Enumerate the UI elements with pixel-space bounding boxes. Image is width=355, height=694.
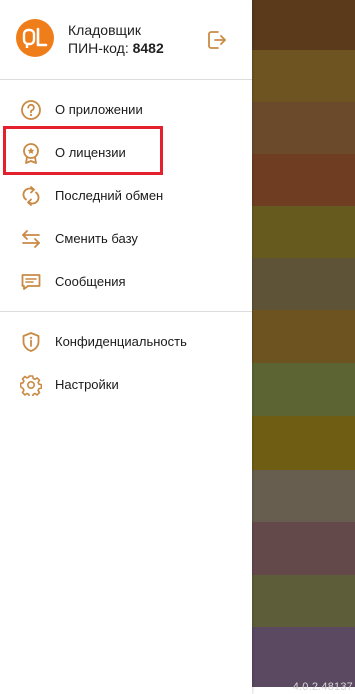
background-stripe bbox=[252, 363, 355, 416]
pin-value: 8482 bbox=[132, 40, 164, 56]
menu-divider bbox=[0, 311, 252, 312]
menu-item-label: Сообщения bbox=[55, 274, 126, 289]
pin-label: ПИН-код: bbox=[68, 40, 129, 56]
background-stripe bbox=[252, 258, 355, 310]
background-stripe bbox=[252, 470, 355, 522]
menu-item-messages[interactable]: Сообщения bbox=[0, 260, 252, 303]
menu-item-label: Сменить базу bbox=[55, 231, 138, 246]
main-menu: О приложении О лицензии Последний обмен … bbox=[0, 80, 252, 303]
highlight-frame bbox=[3, 126, 163, 175]
background-stripe bbox=[252, 154, 355, 206]
menu-item-privacy[interactable]: Конфиденциальность bbox=[0, 320, 252, 363]
question-circle-icon bbox=[20, 99, 42, 121]
navigation-drawer: Кладовщик ПИН-код: 8482 О приложении О л… bbox=[0, 0, 252, 694]
background-stripe bbox=[252, 50, 355, 102]
background-stripe bbox=[252, 102, 355, 154]
logout-button[interactable] bbox=[204, 27, 230, 53]
user-name: Кладовщик bbox=[68, 22, 141, 38]
logout-icon bbox=[208, 31, 226, 49]
drawer-header: Кладовщик ПИН-код: 8482 bbox=[0, 0, 252, 80]
menu-item-last-exchange[interactable]: Последний обмен bbox=[0, 174, 252, 217]
gear-icon bbox=[20, 374, 42, 396]
background-stripe bbox=[252, 627, 355, 687]
pin-code: ПИН-код: 8482 bbox=[68, 40, 164, 56]
background-stripe bbox=[252, 416, 355, 470]
menu-item-about-app[interactable]: О приложении bbox=[0, 88, 252, 131]
message-icon bbox=[20, 271, 42, 293]
background-stripe bbox=[252, 522, 355, 575]
background-stripe bbox=[252, 0, 355, 50]
menu-item-settings[interactable]: Настройки bbox=[0, 363, 252, 406]
dimmed-background[interactable]: 4.0.2.48137 bbox=[252, 0, 355, 694]
menu-item-label: Конфиденциальность bbox=[55, 334, 187, 349]
menu-item-change-base[interactable]: Сменить базу bbox=[0, 217, 252, 260]
app-logo-icon bbox=[16, 19, 54, 57]
menu-item-label: О приложении bbox=[55, 102, 143, 117]
secondary-menu: Конфиденциальность Настройки bbox=[0, 320, 252, 406]
menu-item-label: Последний обмен bbox=[55, 188, 164, 203]
app-version: 4.0.2.48137 bbox=[292, 681, 353, 693]
background-stripe bbox=[252, 575, 355, 627]
shield-info-icon bbox=[20, 331, 42, 353]
menu-item-label: Настройки bbox=[55, 377, 119, 392]
background-stripe bbox=[252, 206, 355, 258]
background-stripe bbox=[252, 310, 355, 363]
sync-icon bbox=[20, 185, 42, 207]
swap-arrows-icon bbox=[20, 228, 42, 250]
